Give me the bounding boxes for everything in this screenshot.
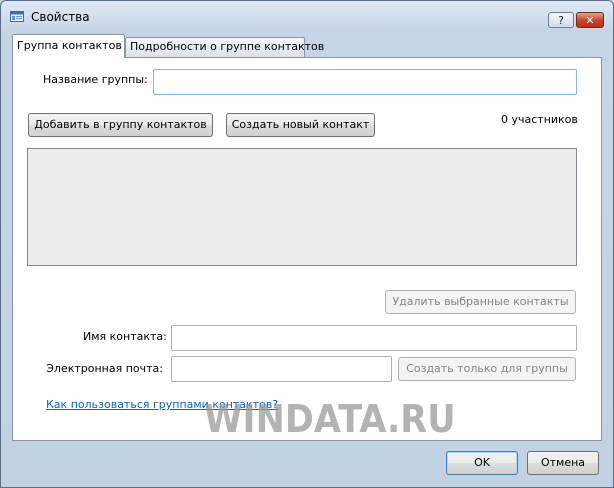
- create-new-contact-button[interactable]: Создать новый контакт: [226, 113, 375, 137]
- contact-group-icon: [10, 11, 24, 22]
- group-name-label: Название группы:: [43, 73, 148, 86]
- create-for-group-button[interactable]: Создать только для группы: [398, 357, 576, 381]
- cancel-button[interactable]: Отмена: [527, 451, 599, 475]
- tab-group-details[interactable]: Подробности о группе контактов: [125, 37, 324, 57]
- help-button[interactable]: ?: [548, 12, 574, 28]
- remove-selected-button[interactable]: Удалить выбранные контакты: [385, 290, 576, 314]
- contact-name-input[interactable]: [171, 325, 577, 351]
- window-title: Свойства: [31, 10, 90, 24]
- watermark: WINDATA.RU: [204, 397, 456, 441]
- email-label: Электронная почта:: [46, 362, 163, 375]
- group-name-input[interactable]: [153, 69, 577, 95]
- tab-contact-group[interactable]: Группа контактов: [12, 34, 125, 58]
- properties-dialog: Свойства ? ✕ Группа контактов Подробност…: [0, 0, 614, 488]
- tab-panel-contact-group: Название группы: Добавить в группу конта…: [12, 57, 602, 441]
- ok-button[interactable]: OK: [446, 451, 518, 475]
- title-bar[interactable]: Свойства ? ✕: [1, 1, 613, 35]
- members-count: 0 участников: [501, 113, 578, 126]
- add-to-group-button[interactable]: Добавить в группу контактов: [28, 113, 213, 137]
- email-input[interactable]: [171, 356, 392, 382]
- dialog-client: Группа контактов Подробности о группе ко…: [8, 32, 604, 443]
- close-button[interactable]: ✕: [576, 12, 604, 28]
- members-list[interactable]: [27, 148, 577, 266]
- contact-name-label: Имя контакта:: [83, 330, 167, 343]
